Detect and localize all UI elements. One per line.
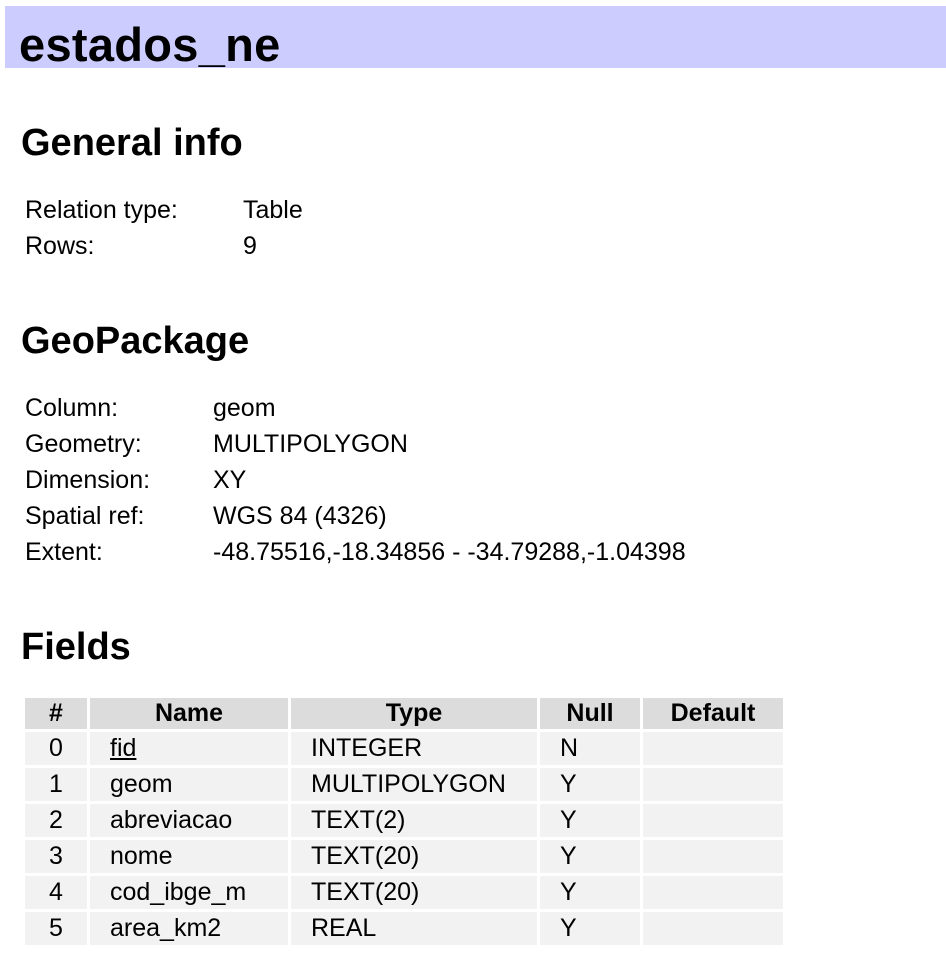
field-null: N bbox=[540, 732, 640, 765]
dimension-value: XY bbox=[213, 466, 247, 494]
geometry-value: MULTIPOLYGON bbox=[213, 430, 408, 458]
rows-count-value: 9 bbox=[243, 232, 257, 260]
column-header-type: Type bbox=[291, 698, 537, 729]
field-type: REAL bbox=[291, 912, 537, 945]
field-name: abreviacao bbox=[90, 804, 288, 837]
field-name: area_km2 bbox=[90, 912, 288, 945]
field-null: Y bbox=[540, 804, 640, 837]
fields-heading: Fields bbox=[21, 626, 131, 668]
table-row: 1 geom MULTIPOLYGON Y bbox=[25, 768, 783, 801]
field-type: INTEGER bbox=[291, 732, 537, 765]
field-number: 0 bbox=[25, 732, 87, 765]
relation-type-value: Table bbox=[243, 196, 303, 224]
field-type: TEXT(20) bbox=[291, 840, 537, 873]
field-number: 2 bbox=[25, 804, 87, 837]
table-row: 4 cod_ibge_m TEXT(20) Y bbox=[25, 876, 783, 909]
geopackage-heading: GeoPackage bbox=[21, 320, 250, 362]
field-name: nome bbox=[90, 840, 288, 873]
table-row: 2 abreviacao TEXT(2) Y bbox=[25, 804, 783, 837]
field-name: fid bbox=[90, 732, 288, 765]
column-header-number: # bbox=[25, 698, 87, 729]
general-info-heading: General info bbox=[21, 122, 243, 164]
field-number: 1 bbox=[25, 768, 87, 801]
field-number: 5 bbox=[25, 912, 87, 945]
rows-count-label: Rows: bbox=[25, 232, 95, 260]
spatial-ref-label: Spatial ref: bbox=[25, 502, 145, 530]
field-default bbox=[643, 768, 783, 801]
field-null: Y bbox=[540, 876, 640, 909]
field-null: Y bbox=[540, 840, 640, 873]
field-null: Y bbox=[540, 768, 640, 801]
field-number: 3 bbox=[25, 840, 87, 873]
relation-type-label: Relation type: bbox=[25, 196, 178, 224]
field-type: MULTIPOLYGON bbox=[291, 768, 537, 801]
fields-header-row: # Name Type Null Default bbox=[25, 698, 783, 729]
column-header-null: Null bbox=[540, 698, 640, 729]
field-default bbox=[643, 804, 783, 837]
page-title: estados_ne bbox=[19, 18, 281, 71]
table-row: 0 fid INTEGER N bbox=[25, 732, 783, 765]
extent-value: -48.75516,-18.34856 - -34.79288,-1.04398 bbox=[213, 538, 686, 566]
field-default bbox=[643, 876, 783, 909]
field-number: 4 bbox=[25, 876, 87, 909]
field-default bbox=[643, 840, 783, 873]
column-label: Column: bbox=[25, 394, 119, 422]
dimension-label: Dimension: bbox=[25, 466, 151, 494]
field-name: cod_ibge_m bbox=[90, 876, 288, 909]
table-row: 3 nome TEXT(20) Y bbox=[25, 840, 783, 873]
geometry-label: Geometry: bbox=[25, 430, 142, 458]
extent-label: Extent: bbox=[25, 538, 103, 566]
column-value: geom bbox=[213, 394, 276, 422]
title-bar: estados_ne bbox=[5, 6, 946, 71]
field-default bbox=[643, 912, 783, 945]
spatial-ref-value: WGS 84 (4326) bbox=[213, 502, 387, 530]
fields-table: # Name Type Null Default 0 fid INTEGER N… bbox=[22, 695, 786, 948]
field-type: TEXT(2) bbox=[291, 804, 537, 837]
field-default bbox=[643, 732, 783, 765]
field-name: geom bbox=[90, 768, 288, 801]
primary-key-field-name: fid bbox=[110, 734, 137, 762]
column-header-default: Default bbox=[643, 698, 783, 729]
column-header-name: Name bbox=[90, 698, 288, 729]
table-row: 5 area_km2 REAL Y bbox=[25, 912, 783, 945]
field-null: Y bbox=[540, 912, 640, 945]
field-type: TEXT(20) bbox=[291, 876, 537, 909]
